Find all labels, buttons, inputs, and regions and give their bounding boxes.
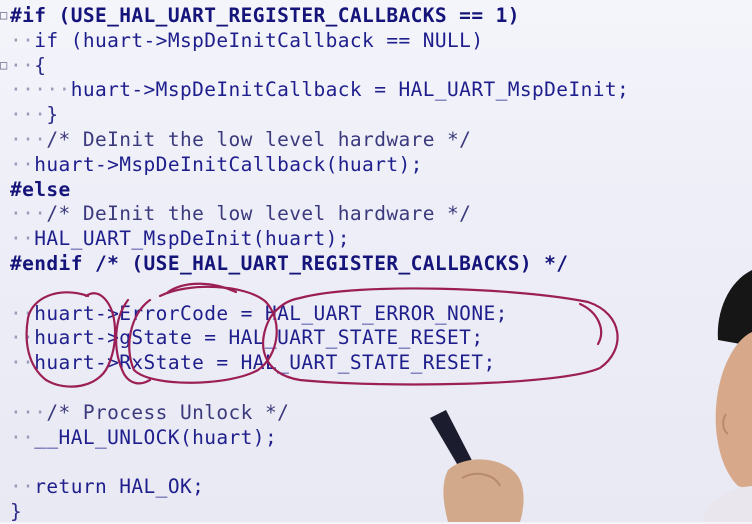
presenter-face (715, 332, 752, 490)
presenter-hair (717, 270, 752, 346)
presenter-shirt (702, 486, 752, 522)
code-editor[interactable]: □ #if (USE_HAL_UART_REGISTER_CALLBACKS ==… (0, 0, 752, 523)
presenter-hand (443, 459, 524, 522)
presenter-overlay (430, 270, 752, 522)
